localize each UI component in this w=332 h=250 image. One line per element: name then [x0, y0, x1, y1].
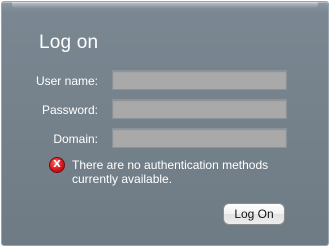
username-field[interactable] [112, 70, 287, 90]
logon-button[interactable]: Log On [223, 203, 285, 225]
dialog-title: Log on [39, 32, 99, 53]
domain-field[interactable] [112, 128, 287, 148]
panel-highlight [12, 2, 318, 8]
error-message: There are no authentication methods curr… [72, 158, 269, 186]
username-label: User name: [35, 74, 98, 88]
password-label: Password: [41, 103, 98, 117]
logon-dialog: Log on User name: Password: Domain: X Th… [1, 1, 329, 246]
error-x-icon: X [49, 157, 65, 173]
password-field[interactable] [112, 99, 287, 119]
domain-label: Domain: [53, 132, 98, 146]
